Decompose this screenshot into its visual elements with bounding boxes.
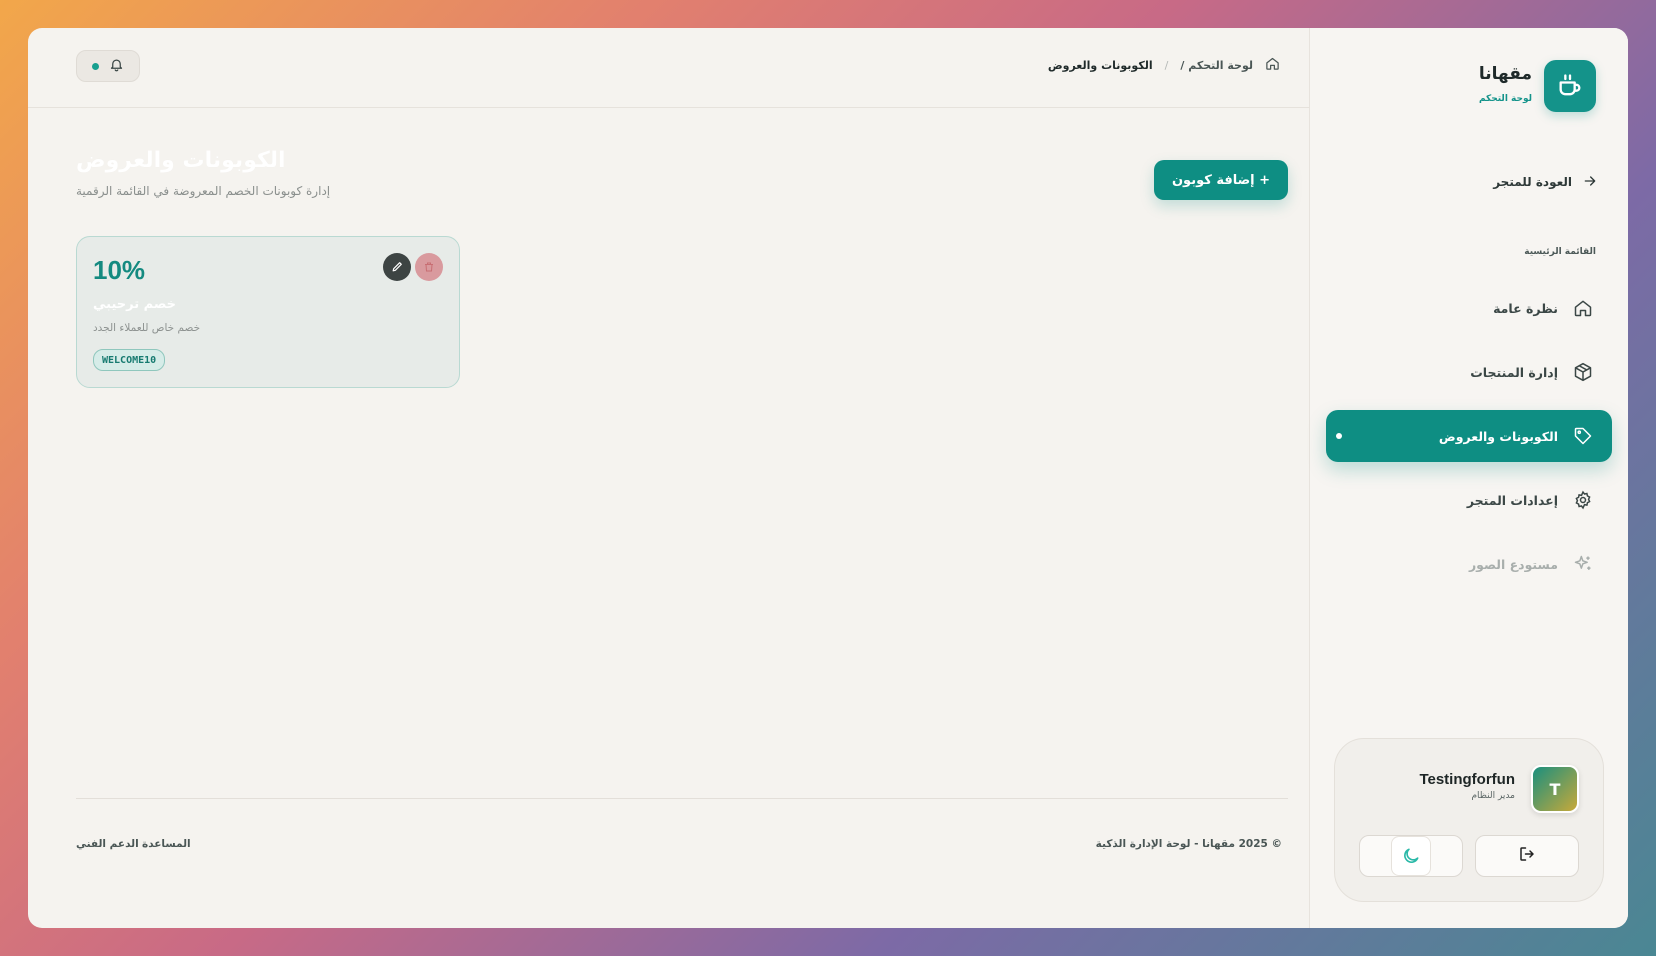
coupon-discount: 10% xyxy=(93,255,146,285)
footer-support-link[interactable]: الدعم الفني xyxy=(76,838,139,850)
moon-icon xyxy=(1391,836,1431,876)
breadcrumb-separator: / xyxy=(1164,58,1169,72)
sidebar-item-label: إدارة المنتجات xyxy=(1470,364,1558,380)
top-bar: / لوحة التحكم / الكوبونات والعروض xyxy=(28,28,1310,108)
box-icon xyxy=(1572,361,1594,383)
add-coupon-button[interactable]: إضافة كوبون + xyxy=(1154,160,1288,200)
home-icon[interactable] xyxy=(1265,56,1280,74)
footer-divider xyxy=(76,798,1288,799)
sidebar-item-label: نظرة عامة xyxy=(1493,300,1558,316)
coupon-title: خصم ترحيبي xyxy=(93,297,177,312)
delete-coupon-button[interactable] xyxy=(415,253,443,281)
back-to-store-link[interactable]: العودة للمتجر xyxy=(1493,168,1598,196)
edit-coupon-button[interactable] xyxy=(383,253,411,281)
sidebar-item-label: الكوبونات والعروض xyxy=(1438,428,1558,444)
active-indicator-dot xyxy=(1336,433,1342,439)
sidebar: مقهانا لوحة التحكم العودة للمتجر القائمة… xyxy=(1309,28,1628,928)
logout-button[interactable] xyxy=(1475,835,1579,877)
coupon-card: 10% خصم ترحيبي خصم خاص للعملاء الجدد WEL… xyxy=(76,236,460,388)
notification-dot xyxy=(92,62,99,70)
coupon-code-badge: WELCOME10 xyxy=(93,349,166,371)
user-name: Testingforfun xyxy=(1419,771,1515,788)
sidebar-item-label: مستودع الصور xyxy=(1468,556,1558,572)
theme-toggle-button[interactable] xyxy=(1359,835,1463,877)
logout-icon xyxy=(1518,845,1536,867)
sparkle-icon xyxy=(1572,553,1594,575)
user-card: T Testingforfun مدير النظام xyxy=(1334,738,1604,902)
page-subtitle: إدارة كوبونات الخصم المعروضة في القائمة … xyxy=(76,184,331,198)
coupon-description: خصم خاص للعملاء الجدد xyxy=(93,322,201,334)
section-label: القائمة الرئيسية xyxy=(1524,247,1596,257)
footer-help-link[interactable]: المساعدة xyxy=(142,838,191,850)
arrow-right-icon xyxy=(1582,173,1598,192)
brand-subtitle: لوحة التحكم xyxy=(1478,94,1532,104)
sidebar-item-coupons[interactable]: الكوبونات والعروض xyxy=(1326,410,1612,462)
back-link-label: العودة للمتجر xyxy=(1493,175,1572,189)
user-role: مدير النظام xyxy=(1471,791,1515,801)
page-title: الكوبونات والعروض xyxy=(76,148,286,173)
home-icon xyxy=(1572,297,1594,319)
breadcrumb-current: الكوبونات والعروض xyxy=(1047,58,1153,72)
coffee-cup-icon[interactable] xyxy=(1544,60,1596,112)
sidebar-item-overview[interactable]: نظرة عامة xyxy=(1326,282,1612,334)
sidebar-item-settings[interactable]: إعدادات المتجر xyxy=(1326,474,1612,526)
sidebar-item-label: إعدادات المتجر xyxy=(1466,492,1558,508)
breadcrumb: / لوحة التحكم / الكوبونات والعروض xyxy=(1048,56,1280,74)
footer-copyright: © 2025 مقهانا - لوحة الإدارة الذكية xyxy=(1095,838,1282,850)
sidebar-item-gallery[interactable]: مستودع الصور xyxy=(1326,538,1612,590)
tag-icon xyxy=(1572,425,1594,447)
brand-name: مقهانا xyxy=(1478,64,1532,84)
sidebar-item-products[interactable]: إدارة المنتجات xyxy=(1326,346,1612,398)
gear-icon xyxy=(1572,489,1594,511)
notifications-button[interactable] xyxy=(76,50,140,82)
trash-icon xyxy=(423,258,435,277)
avatar[interactable]: T xyxy=(1531,765,1579,813)
breadcrumb-home[interactable]: / لوحة التحكم xyxy=(1180,59,1253,72)
pencil-icon xyxy=(391,258,404,277)
bell-icon xyxy=(109,57,124,76)
app-window: مقهانا لوحة التحكم العودة للمتجر القائمة… xyxy=(28,28,1628,928)
